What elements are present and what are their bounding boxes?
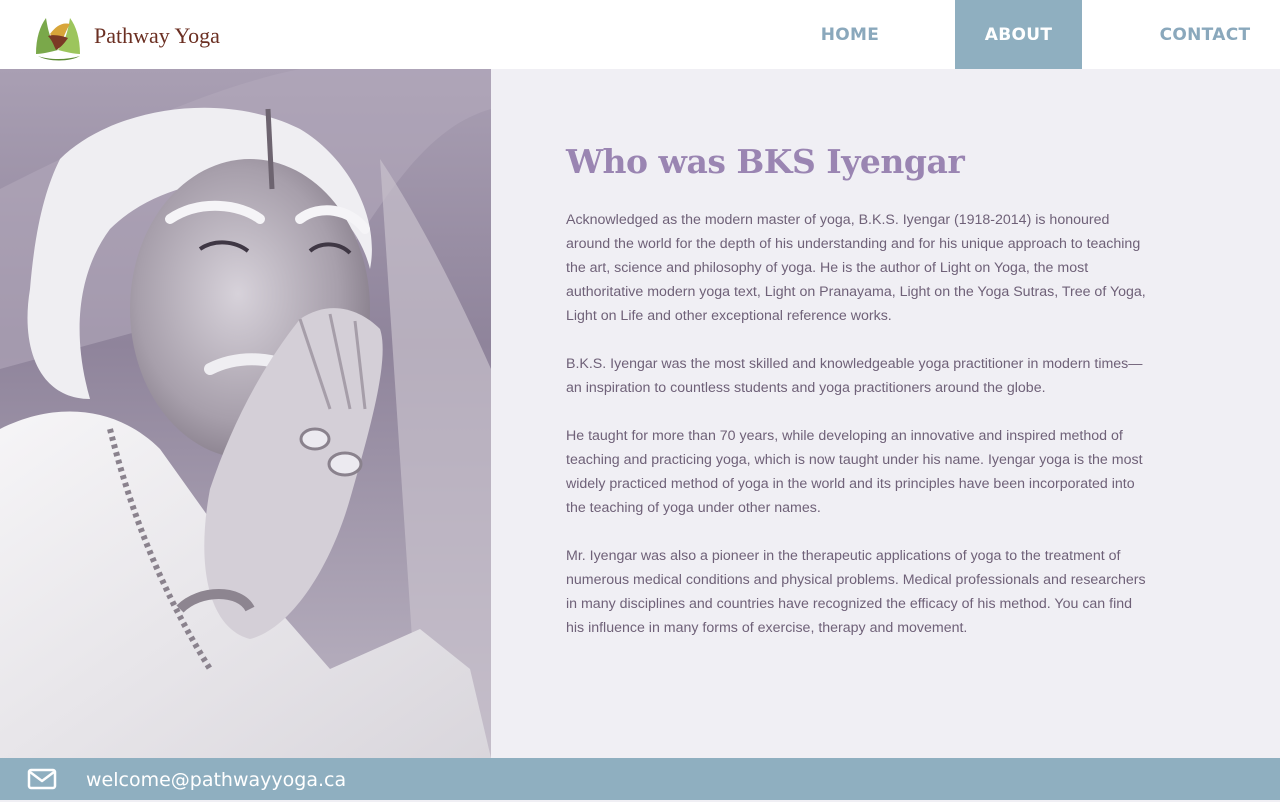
logo[interactable]: Pathway Yoga (30, 8, 220, 64)
lotus-logo-icon (36, 18, 80, 61)
main-content: Who was BKS Iyengar Acknowledged as the … (566, 140, 1146, 664)
paragraph-4: Mr. Iyengar was also a pioneer in the th… (566, 548, 1146, 636)
page-title: Who was BKS Iyengar (566, 142, 965, 181)
site-footer: welcome@pathwayyoga.ca (0, 758, 1280, 800)
nav-home[interactable]: HOME (800, 0, 900, 69)
paragraph-1: Acknowledged as the modern master of yog… (566, 212, 1146, 324)
paragraph-2: B.K.S. Iyengar was the most skilled and … (566, 356, 1143, 396)
nav-contact[interactable]: CONTACT (1140, 0, 1270, 69)
portrait-illustration (0, 69, 491, 758)
nav-about[interactable]: ABOUT (955, 0, 1082, 69)
footer-email-link[interactable]: welcome@pathwayyoga.ca (86, 758, 346, 800)
logo-text: Pathway Yoga (94, 23, 220, 48)
envelope-icon (27, 768, 57, 790)
site-header: Pathway Yoga HOME ABOUT CONTACT (0, 0, 1280, 69)
paragraph-3: He taught for more than 70 years, while … (566, 428, 1143, 516)
portrait-photo (0, 69, 491, 758)
